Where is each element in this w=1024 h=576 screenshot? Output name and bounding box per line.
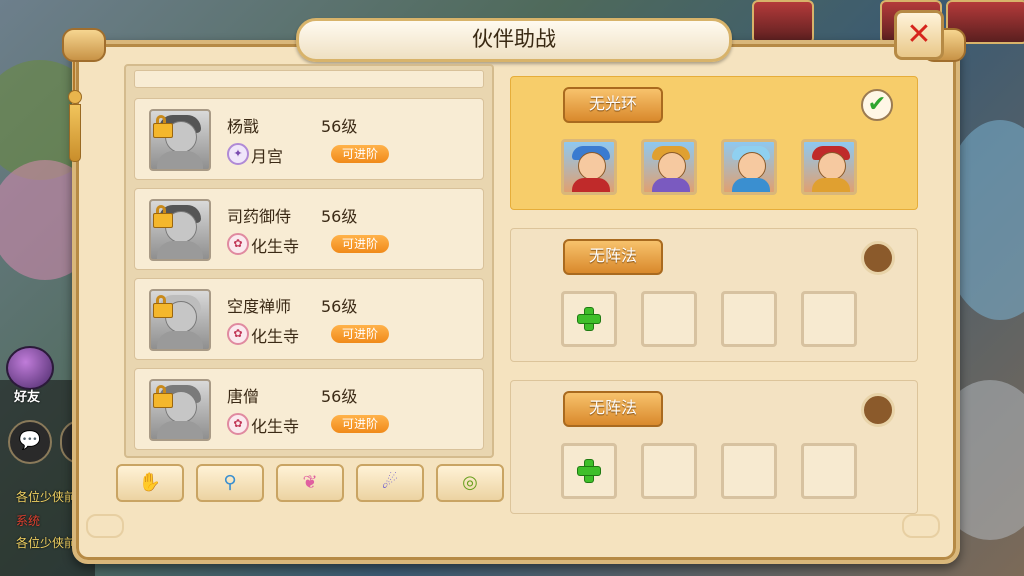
unselected-radio[interactable] (861, 393, 895, 427)
formation-group[interactable]: 无阵法 (510, 380, 918, 514)
empty-slot[interactable] (641, 291, 697, 347)
partner-sect: 化生寺 (251, 417, 300, 436)
advance-badge[interactable]: 可进阶 (331, 415, 389, 433)
support-icon: ◎ (462, 472, 478, 493)
chat-bubble-icon[interactable]: 💬 (8, 420, 52, 464)
empty-slot[interactable] (801, 291, 857, 347)
partner-list[interactable]: 杨戬 56级 ✦ 月宫 可进阶 司药御侍 56级 ✿ 化生寺 可进阶 空度禅师 … (124, 64, 494, 458)
friend-avatar-icon[interactable] (6, 346, 54, 390)
partner-level: 56级 (321, 207, 358, 226)
empty-slot[interactable] (801, 443, 857, 499)
hero-slot[interactable] (721, 139, 777, 195)
hero-slot[interactable] (801, 139, 857, 195)
tassel-ornament (67, 62, 82, 162)
selected-checkbox[interactable]: ✔ (861, 89, 893, 121)
corner-ornament (902, 514, 940, 538)
lock-icon (153, 295, 173, 318)
magic-icon: ⚲ (223, 472, 237, 493)
heal-icon: ❦ (302, 472, 318, 493)
formation-group[interactable]: 无阵法 (510, 228, 918, 362)
partner-level: 56级 (321, 117, 358, 136)
empty-slot[interactable] (641, 443, 697, 499)
add-partner-slot[interactable] (561, 443, 617, 499)
advance-badge[interactable]: 可进阶 (331, 235, 389, 253)
plus-icon (578, 460, 600, 482)
scroll-rod-left (62, 28, 106, 62)
filter-magic-button[interactable]: ⚲ (196, 464, 264, 502)
filter-seal-button[interactable]: ☄ (356, 464, 424, 502)
partner-name: 空度禅师 (227, 297, 292, 316)
close-icon: ✕ (906, 17, 932, 52)
formation-label-button[interactable]: 无阵法 (563, 391, 663, 427)
checkmark-icon: ✔ (867, 92, 887, 117)
partner-row[interactable]: 唐僧 56级 ✿ 化生寺 可进阶 (134, 368, 484, 450)
list-scroll-top (134, 70, 484, 88)
attack-icon: ✋ (138, 472, 162, 493)
moon-palace-icon: ✦ (227, 143, 249, 165)
partner-row[interactable]: 杨戬 56级 ✦ 月宫 可进阶 (134, 98, 484, 180)
seal-icon: ☄ (381, 472, 399, 493)
partner-sect: 化生寺 (251, 237, 300, 256)
advance-badge[interactable]: 可进阶 (331, 325, 389, 343)
formation-group[interactable]: 无光环 ✔ (510, 76, 918, 210)
partner-name: 唐僧 (227, 387, 260, 406)
partner-row[interactable]: 空度禅师 56级 ✿ 化生寺 可进阶 (134, 278, 484, 360)
huasheng-temple-icon: ✿ (227, 323, 249, 345)
filter-support-button[interactable]: ◎ (436, 464, 504, 502)
chat-line: 各位少侠前 (16, 490, 77, 504)
panel-title: 伙伴助战 (296, 18, 732, 62)
formation-label-button[interactable]: 无光环 (563, 87, 663, 123)
hero-slot[interactable] (641, 139, 697, 195)
lock-icon (153, 205, 173, 228)
hero-slot[interactable] (561, 139, 617, 195)
partner-level: 56级 (321, 387, 358, 406)
advance-badge[interactable]: 可进阶 (331, 145, 389, 163)
partner-row[interactable]: 司药御侍 56级 ✿ 化生寺 可进阶 (134, 188, 484, 270)
huasheng-temple-icon: ✿ (227, 413, 249, 435)
add-partner-slot[interactable] (561, 291, 617, 347)
filter-heal-button[interactable]: ❦ (276, 464, 344, 502)
lock-icon (153, 115, 173, 138)
partner-level: 56级 (321, 297, 358, 316)
close-button[interactable]: ✕ (894, 10, 944, 60)
huasheng-temple-icon: ✿ (227, 233, 249, 255)
unselected-radio[interactable] (861, 241, 895, 275)
corner-ornament (86, 514, 124, 538)
bg-top-icon-1 (752, 0, 814, 44)
empty-slot[interactable] (721, 291, 777, 347)
partner-sect: 月宫 (251, 147, 284, 166)
chat-line: 系统 (16, 514, 41, 528)
filter-attack-button[interactable]: ✋ (116, 464, 184, 502)
lock-icon (153, 385, 173, 408)
partner-name: 司药御侍 (227, 207, 292, 226)
empty-slot[interactable] (721, 443, 777, 499)
plus-icon (578, 308, 600, 330)
formation-label-button[interactable]: 无阵法 (563, 239, 663, 275)
friend-label[interactable]: 好友 (14, 386, 40, 405)
partner-name: 杨戬 (227, 117, 260, 136)
partner-sect: 化生寺 (251, 327, 300, 346)
chat-line: 各位少侠前 (16, 536, 77, 550)
